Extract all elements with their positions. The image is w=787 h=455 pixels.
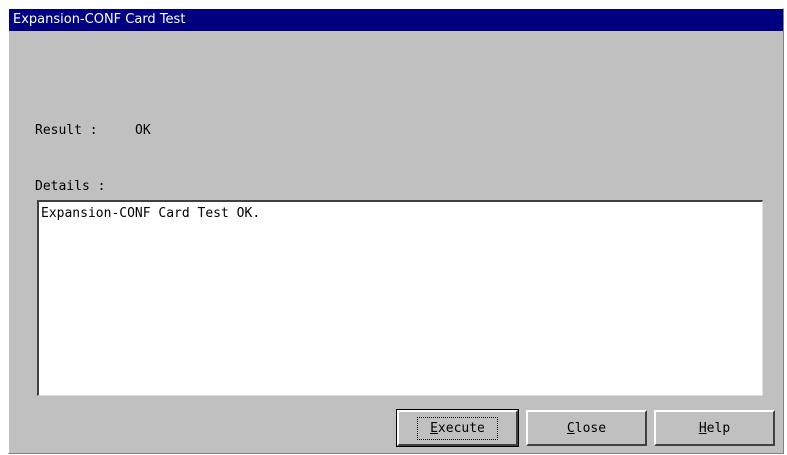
help-label-rest: elp — [706, 420, 731, 436]
execute-focus-ring: Execute — [417, 416, 498, 440]
details-label: Details : — [35, 179, 106, 194]
help-button[interactable]: Help — [654, 410, 775, 446]
close-label-rest: lose — [574, 420, 607, 436]
result-label: Result : — [35, 123, 98, 138]
execute-mnemonic: E — [430, 420, 438, 436]
result-value: OK — [135, 123, 151, 138]
close-button[interactable]: Close — [526, 410, 647, 446]
execute-label-rest: xecute — [437, 420, 485, 436]
close-mnemonic: C — [566, 420, 575, 436]
help-mnemonic: H — [698, 420, 707, 436]
window-title: Expansion-CONF Card Test — [9, 9, 783, 31]
execute-button[interactable]: Execute — [396, 409, 519, 447]
details-textarea[interactable]: Expansion-CONF Card Test OK. — [37, 200, 763, 396]
dialog-window: Expansion-CONF Card Test Result : OK Det… — [8, 8, 784, 454]
